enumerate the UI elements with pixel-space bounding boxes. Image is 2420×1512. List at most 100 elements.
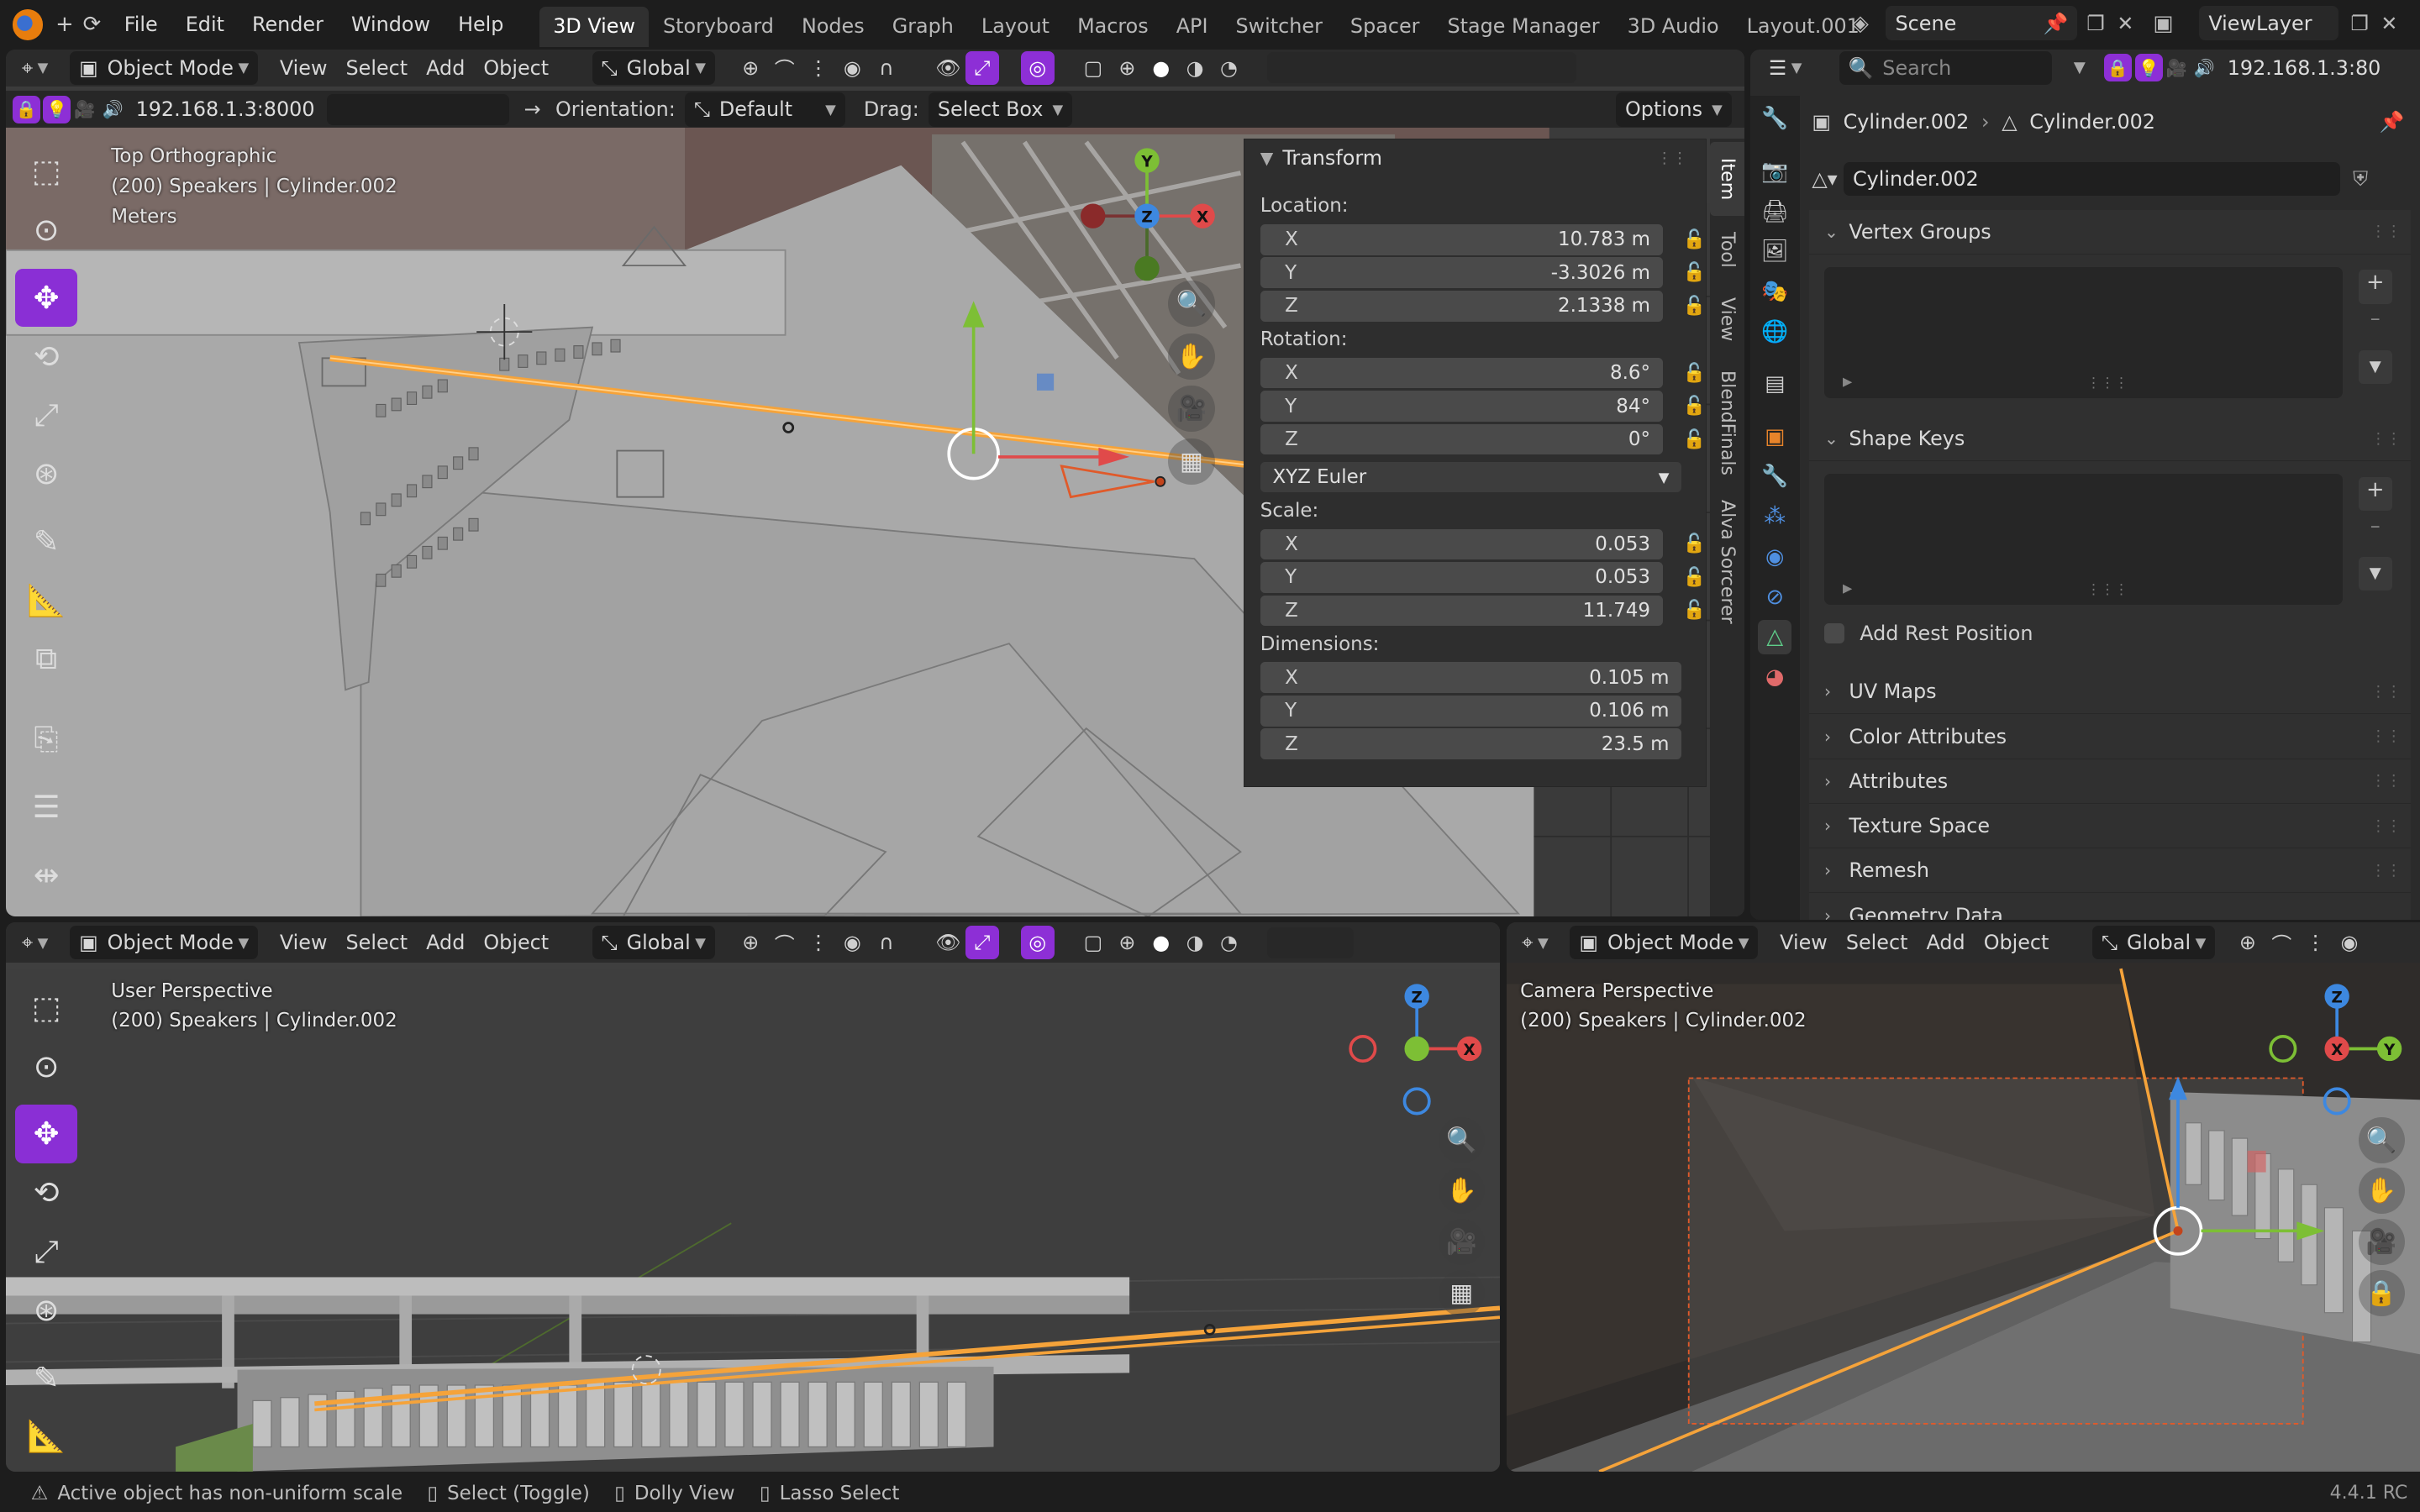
shading-material-icon[interactable]: ◑	[1178, 51, 1212, 85]
drag-handle-icon[interactable]: ⋮⋮	[2370, 862, 2402, 879]
audio-icon[interactable]: 🔊	[2191, 54, 2218, 81]
lock-icon[interactable]: 🔒	[12, 95, 40, 123]
camera-view-icon[interactable]: 🎥	[1168, 386, 1215, 433]
annotate-tool-icon[interactable]: ✎	[15, 512, 76, 571]
shape-keys-list[interactable]: ▶ ⋮⋮⋮	[1824, 473, 2344, 605]
drag-handle-icon[interactable]: ⋮⋮	[2370, 430, 2402, 448]
transform-orientation-dropdown[interactable]: ⤡ Default ▼	[684, 92, 845, 127]
drag-dropdown[interactable]: Select Box ▼	[928, 92, 1073, 127]
move-tool-icon[interactable]: ✥	[15, 1105, 77, 1163]
mesh-data-icon[interactable]: △▾	[1812, 167, 1837, 191]
editor-type-button[interactable]: ☰ ▼	[1760, 51, 1812, 85]
add-cube-tool-icon[interactable]: ⧉	[15, 629, 76, 688]
render-tab-icon[interactable]: 📷	[1758, 155, 1791, 188]
tab-view[interactable]: View	[1710, 287, 1744, 352]
drag-handle-icon[interactable]: ⋮⋮	[2370, 223, 2402, 240]
new-scene-icon[interactable]: ❐	[2086, 12, 2104, 35]
snap-icon[interactable]: ⌒	[767, 926, 801, 959]
bulb-icon[interactable]: 💡	[2134, 54, 2163, 82]
add-icon[interactable]: +	[55, 12, 74, 37]
dimensions-y-field[interactable]: Y 0.106 m	[1260, 695, 1682, 727]
menu-object[interactable]: Object	[474, 51, 558, 85]
menu-add[interactable]: Add	[417, 51, 474, 85]
move-tool-icon[interactable]: ✥	[15, 268, 77, 328]
tab-item[interactable]: Item	[1710, 141, 1744, 217]
camera-icon[interactable]: 🎥	[2163, 54, 2191, 81]
delete-scene-icon[interactable]: ✕	[2117, 12, 2133, 35]
scene-selector[interactable]: ◈ Scene 📌 ❐ ✕	[1852, 6, 2133, 40]
lock-icon[interactable]: 🔓	[1683, 296, 1707, 317]
add-shape-key-button[interactable]: +	[2358, 476, 2392, 511]
overlay-toggle-icon[interactable]: ◎	[1020, 926, 1055, 960]
pan-hand-icon[interactable]: ✋	[1168, 333, 1215, 380]
menu-select[interactable]: Select	[337, 51, 418, 85]
camera-view-icon[interactable]: 🎥	[2358, 1218, 2405, 1266]
select-box-tool-icon[interactable]: ⬚	[15, 978, 76, 1037]
collection-tab-icon[interactable]: ▤	[1758, 367, 1791, 401]
orientation-dropdown[interactable]: ⤡ Global ▼	[2091, 926, 2216, 960]
fake-user-shield-icon[interactable]: ⛨	[2353, 167, 2368, 191]
cursor-tool-icon[interactable]: ⊙	[15, 201, 76, 260]
annotate-tool-icon[interactable]: ✎	[15, 1348, 76, 1407]
navigation-gizmo-top[interactable]: Y X Z	[1071, 142, 1226, 297]
navigation-gizmo-camera[interactable]: Z Y X	[2263, 978, 2411, 1116]
pin-icon[interactable]: 📌	[2380, 110, 2405, 134]
tab-alva-sorcerer[interactable]: Alva Sorcerer	[1710, 494, 1744, 630]
modifiers-tab-icon[interactable]: 🔧	[1758, 459, 1791, 493]
orientation-dropdown[interactable]: ⤡ Global ▼	[592, 50, 715, 85]
align-tool-icon[interactable]: ☰	[15, 778, 76, 837]
visibility-icon[interactable]: 👁	[931, 51, 965, 85]
gizmo-toggle-icon[interactable]: ⤢	[965, 50, 999, 85]
pivot-icon[interactable]: ⊕	[734, 51, 767, 85]
pin-icon[interactable]: 📌	[2044, 12, 2069, 35]
editor-type-button[interactable]: ⌖ ▼	[13, 926, 58, 959]
world-tab-icon[interactable]: 🌐	[1758, 315, 1791, 349]
bulb-icon[interactable]: 💡	[43, 95, 71, 123]
pivot-icon[interactable]: ⊕	[734, 926, 767, 959]
menu-object[interactable]: Object	[474, 926, 558, 959]
vertex-group-specials-icon[interactable]: ▼	[2358, 349, 2392, 385]
drag-handle-icon[interactable]: ⋮⋮	[2370, 772, 2402, 790]
tab-stage-manager[interactable]: Stage Manager	[1434, 7, 1613, 47]
lock-icon[interactable]: 🔓	[1683, 533, 1707, 554]
menu-help[interactable]: Help	[445, 0, 518, 50]
gizmo-toggle-icon[interactable]: ⤢	[965, 926, 999, 960]
add-rest-position-checkbox[interactable]	[1824, 623, 1844, 644]
drag-handle-icon[interactable]: ⋮⋮	[2370, 683, 2402, 701]
menu-add[interactable]: Add	[1917, 926, 1974, 959]
menu-add[interactable]: Add	[417, 926, 474, 959]
object-tab-icon[interactable]: ▣	[1758, 420, 1791, 454]
location-x-field[interactable]: X 10.783 m	[1260, 223, 1663, 255]
lock-icon[interactable]: 🔓	[1683, 363, 1707, 384]
pivot-icon[interactable]: ⊕	[2231, 926, 2265, 959]
list-resize-handle-icon[interactable]: ⋮⋮⋮	[2086, 375, 2128, 391]
texture-space-header[interactable]: › Texture Space ⋮⋮	[1808, 803, 2411, 849]
vertex-groups-header[interactable]: ⌄ Vertex Groups ⋮⋮	[1808, 209, 2411, 255]
cursor-tool-icon[interactable]: ⊙	[15, 1037, 76, 1095]
shading-wire-icon[interactable]: ⊕	[1110, 926, 1144, 959]
shading-render-icon[interactable]: ◔	[1212, 926, 1245, 959]
lock-camera-icon[interactable]: 🔒	[2358, 1269, 2405, 1316]
location-z-field[interactable]: Z 2.1338 m	[1260, 290, 1663, 322]
shading-wire-icon[interactable]: ⊕	[1110, 51, 1144, 85]
chevron-down-icon[interactable]: ▼	[2074, 59, 2086, 76]
material-tab-icon[interactable]: ◕	[1758, 660, 1791, 694]
scale-z-field[interactable]: Z 11.749	[1260, 595, 1663, 627]
tab-switcher[interactable]: Switcher	[1222, 7, 1336, 47]
options-dropdown[interactable]: Options ▼	[1616, 92, 1732, 127]
geometry-data-header[interactable]: › Geometry Data	[1808, 893, 2411, 920]
ortho-grid-icon[interactable]: ▦	[1168, 438, 1215, 485]
viewport-top[interactable]: ⌖ ▼ ▣ Object Mode ▼ View Select Add Object …	[6, 49, 1744, 916]
shading-material-icon[interactable]: ◑	[1178, 926, 1212, 959]
tab-graph[interactable]: Graph	[878, 7, 967, 47]
shading-render-icon[interactable]: ◔	[1212, 51, 1245, 85]
menu-view[interactable]: View	[271, 51, 337, 85]
tab-macros[interactable]: Macros	[1064, 7, 1163, 47]
falloff-icon[interactable]: ∩	[870, 51, 903, 85]
snap-target-icon[interactable]: ⋮	[2298, 926, 2332, 959]
delete-view-layer-icon[interactable]: ✕	[2381, 12, 2397, 35]
falloff-icon[interactable]: ∩	[870, 926, 903, 959]
address-input[interactable]	[327, 94, 509, 125]
tool-tab-icon[interactable]: 🔧	[1758, 102, 1791, 135]
view-layer-selector[interactable]: ▣ ViewLayer ❐ ✕	[2153, 6, 2397, 40]
